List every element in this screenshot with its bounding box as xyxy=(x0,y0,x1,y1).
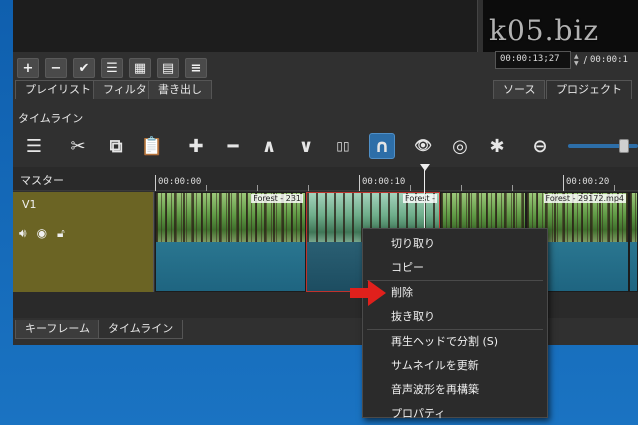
watermark: k05.biz xyxy=(489,14,600,47)
menu-item-properties[interactable]: プロパティ xyxy=(363,402,547,425)
ruler-tick xyxy=(206,185,207,191)
menu-item-lift[interactable]: 抜き取り xyxy=(363,305,547,329)
menu-icon[interactable]: ≡ xyxy=(185,58,207,78)
track-controls: 🔊︎ ◉ 🔓︎ xyxy=(19,226,65,241)
snap-icon[interactable]: ∩ xyxy=(369,133,395,159)
timeline-clip[interactable]: Forest - 231 xyxy=(155,192,306,292)
ruler-tick-label: 00:00:00 xyxy=(158,177,202,187)
check-icon[interactable]: ✔ xyxy=(73,58,95,78)
menu-item-update-thumbnails[interactable]: サムネイルを更新 xyxy=(363,354,547,378)
ruler-tick xyxy=(359,175,360,191)
track-name: V1 xyxy=(22,198,37,211)
ruler-tick-label: 00:00:10 xyxy=(362,177,406,187)
upper-tabs: プレイリスト フィルタ 書き出し ソース プロジェクト xyxy=(13,80,638,100)
tab-project[interactable]: プロジェクト xyxy=(546,80,632,99)
ruler-tick xyxy=(461,185,462,191)
ruler-tick xyxy=(512,185,513,191)
zoom-out-icon[interactable]: ⊖ xyxy=(527,133,553,159)
ruler-tick xyxy=(614,185,615,191)
lock-icon[interactable]: 🔓︎ xyxy=(57,226,65,241)
playlist-toolbar: + − ✔ ☰ ▦ ▤ ≡ xyxy=(17,58,207,78)
scrub-icon[interactable]: 👁 xyxy=(410,133,436,159)
ruler-tick-label: 00:00:20 xyxy=(566,177,610,187)
clip-label: Forest - 231 xyxy=(251,194,303,203)
overwrite-icon[interactable]: ∨ xyxy=(293,133,319,159)
ripple-all-tracks-icon[interactable]: ✱ xyxy=(484,133,510,159)
track-header-v1[interactable]: V1 🔊︎ ◉ 🔓︎ xyxy=(13,192,154,292)
playhead-marker[interactable] xyxy=(420,164,430,171)
time-ruler[interactable]: 00:00:00 00:00:10 00:00:20 xyxy=(155,167,638,191)
paste-icon[interactable]: 📋 xyxy=(139,133,165,159)
timecode-box: 00:00:13;27 ▲ ▼ / 00:00:1 xyxy=(495,51,628,69)
copy-icon[interactable]: ⧉ xyxy=(103,133,129,159)
tab-source[interactable]: ソース xyxy=(493,80,546,99)
details-view-icon[interactable]: ▤ xyxy=(157,58,179,78)
spin-down-icon[interactable]: ▼ xyxy=(574,60,579,67)
tab-export[interactable]: 書き出し xyxy=(148,80,212,99)
menu-item-delete[interactable]: 削除 xyxy=(363,281,547,305)
clip-label: Forest - xyxy=(403,194,437,203)
list-view-icon[interactable]: ☰ xyxy=(101,58,123,78)
ruler-tick xyxy=(155,175,156,191)
position-timecode-field[interactable]: 00:00:13;27 xyxy=(495,51,571,69)
duration-timecode: 00:00:1 xyxy=(590,55,628,65)
split-icon[interactable]: ▯▯ xyxy=(330,133,356,159)
timeline-panel-title: タイムライン xyxy=(18,112,84,125)
spin-up-icon[interactable]: ▲ xyxy=(574,53,579,60)
append-icon[interactable]: ✚ xyxy=(183,133,209,159)
remove-icon[interactable]: − xyxy=(45,58,67,78)
ripple-icon[interactable]: ◎ xyxy=(447,133,473,159)
timeline-clip[interactable] xyxy=(629,192,638,292)
ruler-tick xyxy=(308,185,309,191)
zoom-slider-handle[interactable] xyxy=(619,139,629,153)
playlist-panel[interactable] xyxy=(13,0,478,52)
menu-item-split-at-playhead[interactable]: 再生ヘッドで分割 (S) xyxy=(363,330,547,354)
tab-timeline[interactable]: タイムライン xyxy=(98,320,184,339)
add-icon[interactable]: + xyxy=(17,58,39,78)
eye-icon[interactable]: ◉ xyxy=(37,226,47,241)
timeline-toolbar: ☰ ✂ ⧉ 📋 ✚ ━ ∧ ∨ ▯▯ ∩ 👁 ◎ ✱ ⊖ xyxy=(13,130,638,162)
clip-label: Forest - 29172.mp4 xyxy=(543,194,626,203)
clip-thumbnail xyxy=(630,193,637,242)
timeline-menu-icon[interactable]: ☰ xyxy=(21,133,47,159)
timecode-spinner[interactable]: ▲ ▼ xyxy=(574,53,579,67)
menu-item-cut[interactable]: 切り取り xyxy=(363,232,547,256)
grid-view-icon[interactable]: ▦ xyxy=(129,58,151,78)
red-pointer-arrow-icon xyxy=(350,280,386,306)
ruler-tick xyxy=(563,175,564,191)
menu-item-rebuild-waveform[interactable]: 音声波形を再構築 xyxy=(363,378,547,402)
cut-icon[interactable]: ✂ xyxy=(65,133,91,159)
clip-waveform xyxy=(156,242,305,291)
master-track-label: マスター xyxy=(20,174,64,187)
remove-clip-icon[interactable]: ━ xyxy=(220,133,246,159)
lift-icon[interactable]: ∧ xyxy=(256,133,282,159)
clip-waveform xyxy=(630,242,637,291)
speaker-icon[interactable]: 🔊︎ xyxy=(19,226,27,241)
tab-keyframes[interactable]: キーフレーム xyxy=(15,320,101,339)
ruler-tick xyxy=(257,185,258,191)
clip-context-menu: 切り取り コピー 削除 抜き取り 再生ヘッドで分割 (S) サムネイルを更新 音… xyxy=(362,228,548,420)
ruler-tick xyxy=(410,185,411,191)
ruler-row: マスター 00:00:00 00:00:10 00:00:20 xyxy=(13,167,638,191)
timecode-separator: / xyxy=(583,54,587,66)
menu-item-copy[interactable]: コピー xyxy=(363,256,547,280)
tab-playlist[interactable]: プレイリスト xyxy=(15,80,101,99)
